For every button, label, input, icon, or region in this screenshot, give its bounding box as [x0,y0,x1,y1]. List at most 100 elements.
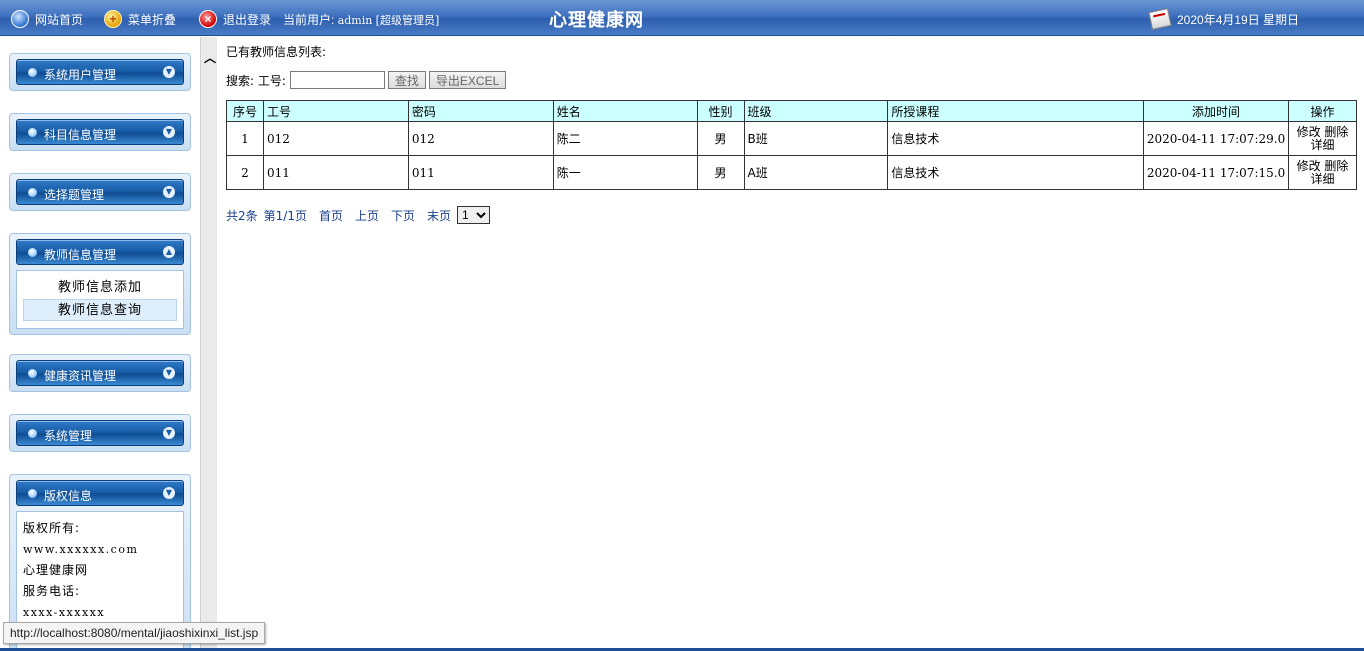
calendar-icon [1148,8,1172,30]
export-excel-button[interactable]: 导出EXCEL [428,71,507,89]
search-bar: 搜索: 工号: 查找 导出EXCEL [226,70,509,90]
delete-link[interactable]: 删除 [1324,125,1348,139]
detail-link[interactable]: 详细 [1310,138,1334,152]
panel-header-copyright[interactable]: 版权信息 ▼ [16,480,184,506]
chevron-down-icon: ▼ [163,66,175,78]
panel-title: 教师信息管理 [44,248,117,262]
pagination: 共2条 第1/1页 首页 上页 下页 末页 1 [226,205,491,225]
copyright-label: 版权所有: [23,521,81,535]
current-user-info: 当前用户: admin [超级管理员] [283,11,439,28]
panel-title: 选择题管理 [44,188,105,202]
pager-prev[interactable]: 上页 [355,207,379,224]
panel-system-users: 系统用户管理 ▼ [9,53,191,91]
cell-added-time: 2020-04-11 17:07:29.0 [1143,121,1289,156]
menu-fold-label: 菜单折叠 [128,12,177,27]
pager-first[interactable]: 首页 [319,207,343,224]
cell-index: 1 [226,121,264,156]
panel-teachers: 教师信息管理 ▲ 教师信息添加 教师信息查询 [9,233,191,335]
top-bar: 网站首页 + 菜单折叠 × 退出登录 当前用户: admin [超级管理员] 心… [0,0,1364,36]
panel-header-subjects[interactable]: 科目信息管理 ▼ [16,119,184,145]
bullet-icon [28,68,37,77]
current-user-role: [超级管理员] [375,14,440,27]
logout-link[interactable]: × 退出登录 [199,9,271,29]
cell-name: 陈一 [552,155,698,190]
globe-icon [11,10,29,28]
pager-last[interactable]: 末页 [427,207,451,224]
bullet-icon [28,369,37,378]
sidebar-item-teacher-add[interactable]: 教师信息添加 [17,277,183,299]
delete-link[interactable]: 删除 [1324,159,1348,173]
panel-header-system-users[interactable]: 系统用户管理 ▼ [16,59,184,85]
panel-header-questions[interactable]: 选择题管理 ▼ [16,179,184,205]
panel-subjects: 科目信息管理 ▼ [9,113,191,151]
table-row: 1 012 012 陈二 男 B班 信息技术 2020-04-11 17:07:… [226,121,1357,156]
col-header-actions: 操作 [1288,100,1357,122]
sidebar: 系统用户管理 ▼ 科目信息管理 ▼ 选择题管理 ▼ 教师信息管理 ▲ 教师信息添… [0,37,200,651]
panel-questions: 选择题管理 ▼ [9,173,191,211]
logout-label: 退出登录 [223,12,272,27]
list-title: 已有教师信息列表: [226,45,327,59]
panel-title: 版权信息 [44,489,93,503]
current-user-prefix: 当前用户: [283,13,335,27]
edit-link[interactable]: 修改 [1297,125,1321,139]
chevron-down-icon: ▼ [163,186,175,198]
panel-header-news[interactable]: 健康资讯管理 ▼ [16,360,184,386]
cell-gender: 男 [696,155,745,190]
status-bar-url: http://localhost:8080/mental/jiaoshixinx… [3,622,266,644]
sidebar-item-teacher-query[interactable]: 教师信息查询 [23,299,177,321]
cell-id: 011 [262,155,409,190]
bullet-icon [28,248,37,257]
date-text: 2020年4月19日 星期日 [1177,12,1300,27]
table-header-row: 序号 工号 密码 姓名 性别 班级 所授课程 添加时间 操作 [226,100,1357,122]
menu-fold-link[interactable]: + 菜单折叠 [104,9,176,29]
chevron-down-icon: ▼ [163,367,175,379]
teacher-table: 序号 工号 密码 姓名 性别 班级 所授课程 添加时间 操作 1 012 012… [226,100,1357,190]
service-phone-label: 服务电话: [23,584,81,598]
cell-class: A班 [743,155,889,190]
col-header-class: 班级 [743,100,889,122]
panel-title: 健康资讯管理 [44,369,117,383]
col-header-added-time: 添加时间 [1143,100,1289,122]
collapse-arrow-icon[interactable]: ︿ [204,49,216,66]
detail-link[interactable]: 详细 [1310,172,1334,186]
panel-header-system[interactable]: 系统管理 ▼ [16,420,184,446]
plus-icon: + [104,10,122,28]
home-link[interactable]: 网站首页 [11,9,83,29]
date-display: 2020年4月19日 星期日 [1148,8,1300,30]
site-title: 心理健康网 [549,10,644,31]
cell-actions: 修改 删除 详细 [1288,155,1357,190]
panel-system: 系统管理 ▼ [9,414,191,452]
search-label: 搜索: 工号: [226,73,286,88]
col-header-password: 密码 [407,100,554,122]
cell-course: 信息技术 [887,121,1145,156]
pager-page-info: 第1/1页 [263,208,307,223]
col-header-id: 工号 [262,100,409,122]
cell-actions: 修改 删除 详细 [1288,121,1357,156]
sidebar-splitter[interactable]: ︿ [200,37,217,651]
panel-body-teachers: 教师信息添加 教师信息查询 [16,270,184,329]
search-button[interactable]: 查找 [387,71,426,89]
chevron-up-icon: ▲ [163,246,175,258]
copyright-site: 心理健康网 [23,563,89,577]
cell-added-time: 2020-04-11 17:07:15.0 [1143,155,1289,190]
panel-title: 系统管理 [44,429,93,443]
col-header-gender: 性别 [696,100,745,122]
panel-news: 健康资讯管理 ▼ [9,354,191,392]
panel-title: 科目信息管理 [44,128,117,142]
cell-index: 2 [226,155,264,190]
cell-name: 陈二 [552,121,698,156]
chevron-down-icon: ▼ [163,487,175,499]
panel-title: 系统用户管理 [44,68,117,82]
chevron-down-icon: ▼ [163,427,175,439]
cell-id: 012 [262,121,409,156]
teacher-id-search-input[interactable] [289,71,385,89]
panel-header-teachers[interactable]: 教师信息管理 ▲ [16,239,184,265]
bullet-icon [28,489,37,498]
col-header-course: 所授课程 [887,100,1145,122]
cell-class: B班 [743,121,889,156]
pager-next[interactable]: 下页 [391,207,415,224]
cell-gender: 男 [696,121,745,156]
page-select[interactable]: 1 [457,206,491,224]
edit-link[interactable]: 修改 [1297,159,1321,173]
home-label: 网站首页 [35,12,84,27]
